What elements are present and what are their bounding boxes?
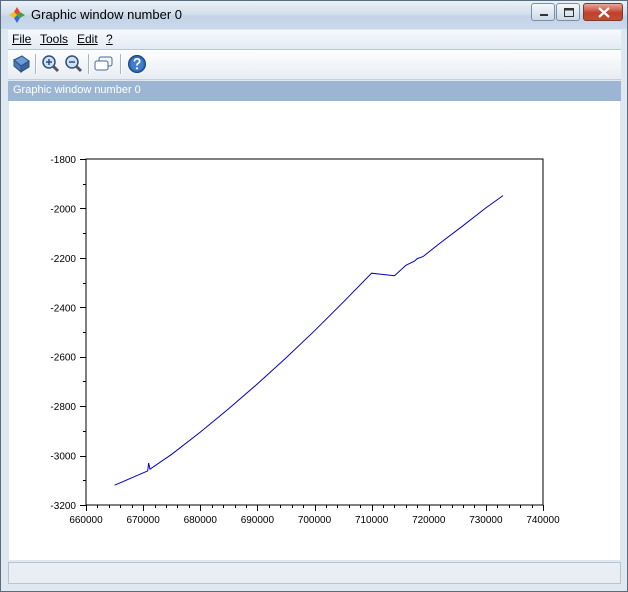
toolbar-separator xyxy=(120,54,122,74)
plot-canvas[interactable]: 660000 670000 680000 690000 700000 710000 7200… xyxy=(9,101,620,560)
zoom-out-icon xyxy=(65,55,83,73)
close-button[interactable] xyxy=(583,3,623,21)
menu-file[interactable]: File xyxy=(12,32,31,46)
maximize-button[interactable] xyxy=(556,3,580,21)
scilab-app-icon xyxy=(9,7,25,23)
y-tick-label: -2400 xyxy=(50,303,76,314)
status-bar xyxy=(8,562,621,584)
title-bar[interactable]: Graphic window number 0 xyxy=(1,1,627,29)
help-button[interactable] xyxy=(126,53,148,75)
x-tick-label: 730000 xyxy=(469,515,503,526)
x-tick-label: 700000 xyxy=(298,515,332,526)
plot-axes-box xyxy=(85,158,544,506)
maximize-icon xyxy=(564,8,574,17)
zoom-out-button[interactable] xyxy=(62,53,84,75)
dock-title-bar[interactable]: Graphic window number 0 xyxy=(8,81,621,101)
window-title: Graphic window number 0 xyxy=(31,7,183,22)
toolbar xyxy=(8,50,621,80)
minimize-icon xyxy=(540,14,548,16)
menu-tools[interactable]: Tools xyxy=(40,32,68,46)
y-tick-label: -2000 xyxy=(50,204,76,215)
graphic-window: Graphic window number 0 File Tools Edit … xyxy=(0,0,628,592)
zoom-in-icon xyxy=(42,55,60,73)
y-tick-label: -2200 xyxy=(50,254,76,265)
minimize-button[interactable] xyxy=(531,3,555,21)
close-icon xyxy=(598,7,610,18)
y-tick-label: -3200 xyxy=(50,501,76,512)
y-tick-label: -1800 xyxy=(50,155,76,166)
rotate-icon xyxy=(13,55,30,74)
rotate-button[interactable] xyxy=(10,53,32,75)
y-tick-label: -3000 xyxy=(50,452,76,463)
data-series-line xyxy=(114,195,504,486)
x-tick-label: 720000 xyxy=(412,515,446,526)
x-tick-label: 710000 xyxy=(355,515,389,526)
zoom-in-button[interactable] xyxy=(39,53,61,75)
y-tick-label: -2600 xyxy=(50,353,76,364)
x-tick-label: 740000 xyxy=(526,515,560,526)
datatip-button[interactable] xyxy=(93,53,115,75)
dock-title: Graphic window number 0 xyxy=(13,84,141,96)
y-tick-label: -2800 xyxy=(50,402,76,413)
line-chart[interactable]: 660000 670000 680000 690000 700000 710000 7200… xyxy=(9,101,620,560)
menu-help[interactable]: ? xyxy=(106,32,113,46)
x-tick-label: 680000 xyxy=(184,515,218,526)
x-tick-label: 660000 xyxy=(69,515,103,526)
datatip-icon xyxy=(94,56,113,71)
x-tick-label: 670000 xyxy=(126,515,160,526)
toolbar-separator xyxy=(35,54,37,74)
help-icon xyxy=(128,55,146,73)
menu-edit[interactable]: Edit xyxy=(77,32,98,46)
menu-bar: File Tools Edit ? xyxy=(8,30,621,50)
x-tick-label: 690000 xyxy=(241,515,275,526)
toolbar-separator xyxy=(88,54,90,74)
